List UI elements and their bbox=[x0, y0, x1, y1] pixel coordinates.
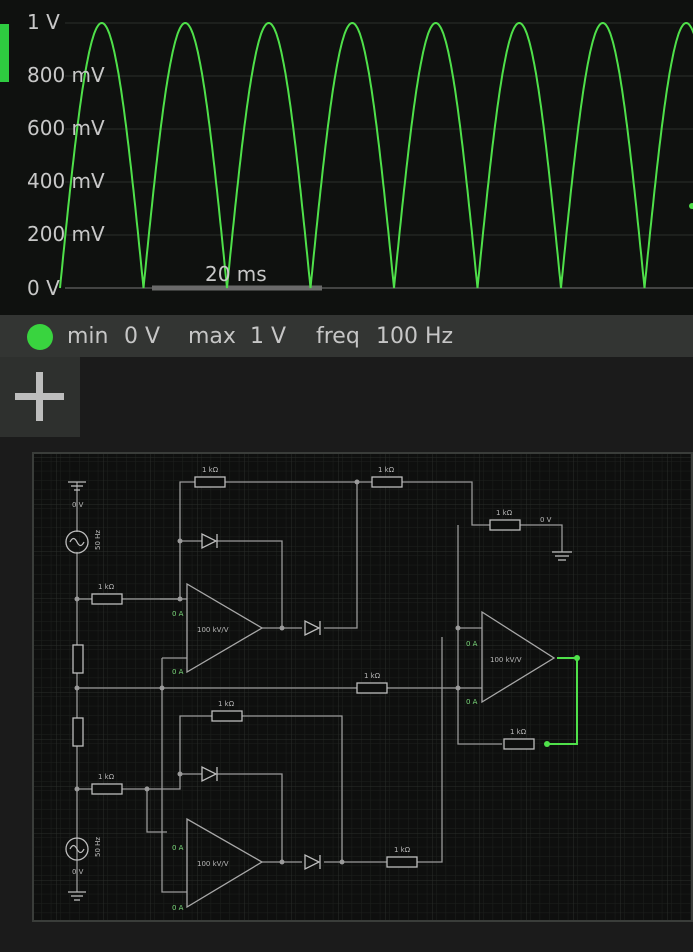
freq-label: freq bbox=[316, 324, 360, 349]
trace-cursor-dot bbox=[689, 203, 693, 209]
resistor-label: 1 kΩ bbox=[496, 509, 513, 517]
scope-plot bbox=[59, 21, 693, 291]
opamp-gain-label: 100 kV/V bbox=[197, 860, 229, 868]
resistor-label: 1 kΩ bbox=[364, 672, 381, 680]
resistor-label: 1 kΩ bbox=[394, 846, 411, 854]
scope-status-bar[interactable]: min 0 V max 1 V freq 100 Hz bbox=[0, 315, 693, 357]
oscilloscope[interactable]: 1 V 800 mV 600 mV 400 mV 200 mV 0 V 20 m… bbox=[0, 0, 693, 315]
circuit-schematic: 100 kV/V 100 kV/V 100 kV/V 1 kΩ 1 kΩ 1 k… bbox=[32, 452, 693, 922]
source-freq-label: 50 Hz bbox=[94, 837, 102, 857]
y-tick-label: 400 mV bbox=[27, 169, 105, 193]
freq-value: 100 Hz bbox=[376, 324, 454, 349]
opamp-gain-label: 100 kV/V bbox=[490, 656, 522, 664]
resistor-label: 1 kΩ bbox=[510, 728, 527, 736]
current-label: 0 A bbox=[172, 668, 184, 676]
resistor-label: 1 kΩ bbox=[98, 773, 115, 781]
plus-icon bbox=[15, 372, 64, 421]
source-freq-label: 50 Hz bbox=[94, 530, 102, 550]
resistor-label: 1 kΩ bbox=[202, 466, 219, 474]
resistor-label: 1 kΩ bbox=[218, 700, 235, 708]
y-tick-label: 1 V bbox=[27, 10, 60, 34]
voltage-label: 0 V bbox=[72, 501, 84, 509]
current-label: 0 A bbox=[172, 844, 184, 852]
y-tick-label: 0 V bbox=[27, 276, 60, 300]
min-label: min bbox=[67, 324, 109, 349]
scope-trace bbox=[59, 21, 693, 289]
y-tick-label: 800 mV bbox=[27, 63, 105, 87]
timescale-label: 20 ms bbox=[205, 262, 267, 286]
y-tick-label: 600 mV bbox=[27, 116, 105, 140]
trace-selected-indicator bbox=[0, 24, 9, 82]
min-value: 0 V bbox=[124, 324, 161, 349]
voltage-label: 0 V bbox=[72, 868, 84, 876]
resistor-label: 1 kΩ bbox=[98, 583, 115, 591]
add-component-button[interactable] bbox=[0, 357, 80, 437]
scope-grid bbox=[65, 22, 693, 289]
opamp-gain-label: 100 kV/V bbox=[197, 626, 229, 634]
current-label: 0 A bbox=[466, 698, 478, 706]
circuit-canvas[interactable]: 100 kV/V 100 kV/V 100 kV/V 1 kΩ 1 kΩ 1 k… bbox=[32, 452, 693, 922]
current-label: 0 A bbox=[172, 610, 184, 618]
current-label: 0 A bbox=[466, 640, 478, 648]
voltage-label: 0 V bbox=[540, 516, 552, 524]
trace-color-dot[interactable] bbox=[27, 324, 53, 350]
current-label: 0 A bbox=[172, 904, 184, 912]
resistor-label: 1 kΩ bbox=[378, 466, 395, 474]
max-value: 1 V bbox=[250, 324, 287, 349]
y-tick-label: 200 mV bbox=[27, 222, 105, 246]
max-label: max bbox=[188, 324, 236, 349]
